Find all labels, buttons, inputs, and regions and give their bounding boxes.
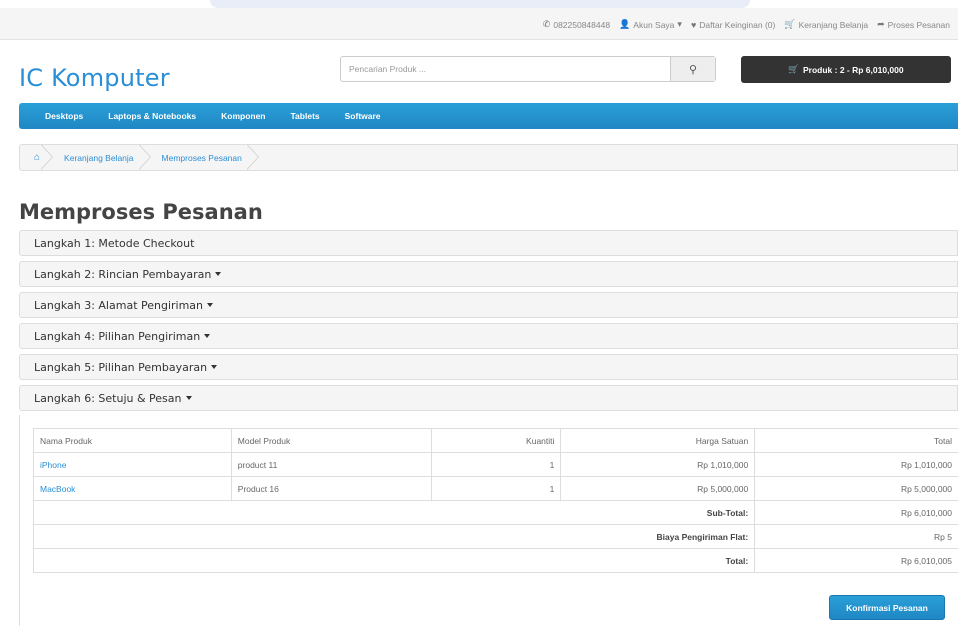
caret-down-icon bbox=[185, 396, 192, 400]
col-header-model: Model Produk bbox=[230, 428, 432, 453]
product-link[interactable]: MacBook bbox=[40, 484, 75, 494]
search-input[interactable] bbox=[341, 57, 670, 81]
step-1-header: Langkah 1: Metode Checkout bbox=[19, 230, 958, 256]
cart-icon: 🛒 bbox=[784, 19, 796, 29]
product-total: Rp 5,000,000 bbox=[754, 476, 958, 501]
table-row: MacBook Product 16 1 Rp 5,000,000 Rp 5,0… bbox=[33, 476, 958, 501]
user-icon: 👤 bbox=[619, 19, 631, 29]
breadcrumb-cart[interactable]: Keranjang Belanja bbox=[54, 144, 151, 170]
confirm-order-button[interactable]: Konfirmasi Pesanan bbox=[829, 595, 945, 620]
heart-icon: ♥ bbox=[690, 19, 697, 30]
step-4-header[interactable]: Langkah 4: Pilihan Pengiriman bbox=[19, 323, 958, 349]
wishlist-link[interactable]: ♥ Daftar Keinginan (0) bbox=[691, 19, 775, 30]
top-bar: ✆ 082250848448 👤 Akun Saya ▾ ♥ Daftar Keingi… bbox=[0, 8, 958, 40]
table-row: iPhone product 11 1 Rp 1,010,000 Rp 1,01… bbox=[33, 452, 958, 477]
menu-item-laptops[interactable]: Laptops & Notebooks bbox=[108, 111, 196, 121]
col-header-qty: Kuantiti bbox=[430, 428, 562, 453]
checkout-link[interactable]: ➦ Proses Pesanan bbox=[877, 19, 950, 30]
col-header-name: Nama Produk bbox=[33, 428, 232, 453]
subtotal-row: Sub-Total: Rp 6,010,000 bbox=[32, 500, 958, 525]
product-model: Product 16 bbox=[230, 476, 432, 501]
menu-item-software[interactable]: Software bbox=[345, 111, 381, 121]
breadcrumb-checkout[interactable]: Memproses Pesanan bbox=[152, 144, 260, 170]
search-icon: ⚲ bbox=[688, 63, 698, 76]
menu-item-tablets[interactable]: Tablets bbox=[291, 111, 320, 121]
step-6-header[interactable]: Langkah 6: Setuju & Pesan bbox=[19, 385, 958, 411]
product-model: product 11 bbox=[230, 452, 432, 477]
col-header-price: Harga Satuan bbox=[560, 428, 756, 453]
caret-down-icon bbox=[207, 303, 214, 307]
caret-down-icon bbox=[215, 272, 222, 276]
step-2-header[interactable]: Langkah 2: Rincian Pembayaran bbox=[19, 261, 958, 287]
product-qty: 1 bbox=[430, 476, 562, 501]
checkout-steps: Langkah 1: Metode Checkout Langkah 2: Ri… bbox=[19, 230, 958, 416]
account-dropdown[interactable]: 👤 Akun Saya ▾ bbox=[619, 19, 682, 30]
product-price: Rp 5,000,000 bbox=[560, 476, 756, 501]
main-menu: Desktops Laptops & Notebooks Komponen Ta… bbox=[19, 103, 958, 129]
subtotal-value: Rp 6,010,000 bbox=[754, 500, 958, 525]
search-button[interactable]: ⚲ bbox=[670, 57, 715, 81]
total-row: Total: Rp 6,010,005 bbox=[32, 548, 958, 573]
cart-summary-button[interactable]: 🛒 Produk : 2 - Rp 6,010,000 bbox=[741, 56, 951, 83]
page-title: Memproses Pesanan bbox=[19, 200, 263, 224]
cart-link[interactable]: 🛒 Keranjang Belanja bbox=[784, 19, 868, 30]
menu-item-desktops[interactable]: Desktops bbox=[45, 111, 83, 121]
site-logo[interactable]: IC Komputer bbox=[19, 64, 170, 92]
breadcrumb-home[interactable]: ⌂ bbox=[20, 144, 54, 170]
product-total: Rp 1,010,000 bbox=[754, 452, 958, 477]
table-header-row: Nama Produk Model Produk Kuantiti Harga … bbox=[33, 428, 958, 453]
order-table: Nama Produk Model Produk Kuantiti Harga … bbox=[32, 428, 958, 573]
cart-icon: 🛒 bbox=[788, 64, 799, 74]
shipping-value: Rp 5 bbox=[754, 524, 958, 549]
search-box: ⚲ bbox=[340, 56, 716, 82]
step-3-header[interactable]: Langkah 3: Alamat Pengiriman bbox=[19, 292, 958, 318]
shipping-row: Biaya Pengiriman Flat: Rp 5 bbox=[32, 524, 958, 549]
product-link[interactable]: iPhone bbox=[40, 460, 66, 470]
total-value: Rp 6,010,005 bbox=[754, 548, 958, 573]
caret-down-icon bbox=[204, 334, 211, 338]
phone-icon: ✆ bbox=[542, 19, 551, 29]
caret-down-icon bbox=[211, 365, 218, 369]
top-accent bbox=[210, 0, 750, 8]
menu-item-komponen[interactable]: Komponen bbox=[221, 111, 265, 121]
share-icon: ➦ bbox=[877, 19, 885, 29]
breadcrumb: ⌂ Keranjang Belanja Memproses Pesanan bbox=[19, 144, 958, 171]
product-qty: 1 bbox=[430, 452, 562, 477]
step-5-header[interactable]: Langkah 5: Pilihan Pembayaran bbox=[19, 354, 958, 380]
col-header-total: Total bbox=[754, 428, 958, 453]
caret-down-icon: ▾ bbox=[677, 19, 682, 29]
product-price: Rp 1,010,000 bbox=[560, 452, 756, 477]
phone-link[interactable]: ✆ 082250848448 bbox=[543, 19, 610, 30]
home-icon: ⌂ bbox=[34, 152, 41, 163]
